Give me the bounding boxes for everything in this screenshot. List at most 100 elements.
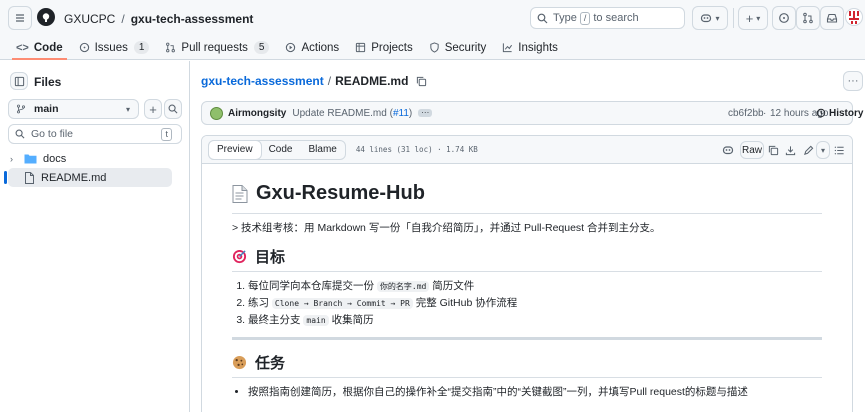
expand-commit-button[interactable]: ··· — [418, 109, 433, 117]
goal-heading: 目标 — [232, 242, 822, 272]
copy-path-icon[interactable] — [416, 76, 427, 87]
inbox-icon — [826, 13, 838, 23]
copilot-button[interactable]: ▾ — [692, 6, 728, 30]
pull-requests-count-badge: 5 — [253, 41, 270, 54]
list-item: 练习 Clone → Branch → Commit → PR 完整 GitHu… — [248, 295, 822, 312]
go-to-file-placeholder: Go to file — [31, 128, 74, 140]
add-file-button[interactable]: + — [144, 99, 162, 119]
copy-icon — [768, 145, 779, 155]
chevron-right-icon: › — [10, 153, 13, 164]
repo-link[interactable]: gxu-tech-assessment — [131, 12, 254, 26]
tab-actions[interactable]: Actions — [277, 36, 347, 59]
commit-dot: · — [763, 107, 767, 119]
tab-blame[interactable]: Blame — [300, 141, 344, 159]
header-divider — [733, 8, 734, 28]
go-to-file-input[interactable]: Go to file t — [8, 124, 182, 144]
goal-1-code: 你的名字.md — [376, 281, 430, 292]
raw-button[interactable]: Raw — [740, 141, 764, 159]
file-breadcrumb: gxu-tech-assessment / README.md — [201, 74, 427, 88]
file-icon — [25, 171, 34, 184]
branch-caret-icon: ▾ — [125, 104, 130, 114]
search-icon — [537, 13, 548, 23]
author-avatar[interactable] — [210, 106, 223, 120]
copilot-caret-icon: ▾ — [715, 13, 720, 23]
breadcrumb-repo-link[interactable]: gxu-tech-assessment — [201, 74, 324, 88]
collapse-sidebar-button[interactable] — [10, 72, 28, 90]
kebab-icon: ··· — [847, 75, 859, 87]
search-files-button[interactable] — [164, 99, 182, 119]
actions-icon — [286, 42, 296, 53]
commit-author[interactable]: Airmongsity — [228, 108, 286, 119]
search-input[interactable]: Type / to search — [530, 7, 685, 29]
tree-item-readme[interactable]: README.md — [4, 168, 172, 187]
task-list: 按照指南创建简历，根据你自己的操作补全“提交指南”中的“关键截图”一列，并填写P… — [232, 384, 822, 401]
goal-1-post: 简历文件 — [432, 280, 475, 292]
branch-selector[interactable]: main ▾ — [8, 99, 139, 119]
search-placeholder-post: to search — [593, 12, 639, 24]
list-item: 按照指南创建简历，根据你自己的操作补全“提交指南”中的“关键截图”一列，并填写P… — [248, 384, 822, 401]
list-item: 最终主分支 main 收集简历 — [248, 312, 822, 329]
tab-issues[interactable]: Issues 1 — [71, 36, 158, 59]
tab-insights-label: Insights — [518, 41, 558, 54]
outline-button[interactable] — [834, 142, 848, 158]
create-caret-icon: ▾ — [756, 13, 761, 23]
edit-caret-icon: ▾ — [820, 145, 825, 155]
commit-sha[interactable]: cb6f2bb — [728, 108, 764, 119]
tab-pull-requests-label: Pull requests — [181, 41, 248, 54]
issues-count-badge: 1 — [133, 41, 150, 54]
copilot-file-icon[interactable] — [720, 142, 736, 158]
edit-button[interactable] — [800, 142, 816, 158]
tab-preview[interactable]: Preview — [208, 139, 262, 160]
cookie-emoji-icon — [232, 355, 247, 370]
go-to-file-shortcut: t — [161, 127, 172, 141]
goal-3-pre: 最终主分支 — [248, 314, 301, 326]
tab-security-label: Security — [444, 41, 487, 54]
add-file-plus-icon: + — [149, 101, 157, 117]
copy-raw-button[interactable] — [768, 142, 782, 158]
download-button[interactable] — [785, 142, 799, 158]
menu-button[interactable] — [8, 6, 32, 30]
tab-issues-label: Issues — [94, 41, 128, 54]
tree-item-docs-label: docs — [43, 152, 67, 165]
tab-code[interactable]: <> Code — [8, 36, 71, 60]
org-link[interactable]: GXUCPC — [64, 12, 115, 26]
search-placeholder-pre: Type — [553, 12, 577, 24]
file-tree-sidebar: Files main ▾ + Go to file t › docs READM… — [0, 61, 190, 412]
avatar[interactable] — [845, 8, 863, 26]
issues-header-button[interactable] — [772, 6, 796, 30]
tab-code-label: Code — [33, 41, 63, 54]
create-new-button[interactable]: + ▾ — [738, 6, 768, 30]
inbox-button[interactable] — [820, 6, 844, 30]
commit-pr-link[interactable]: #11 — [393, 108, 409, 119]
tab-code-view[interactable]: Code — [261, 141, 301, 159]
shield-icon — [430, 42, 439, 53]
tab-insights[interactable]: Insights — [494, 36, 566, 59]
code-icon: <> — [16, 41, 29, 54]
readme-title-text: Gxu-Resume-Hub — [256, 182, 425, 204]
avatar-image-icon — [849, 11, 859, 24]
history-button[interactable]: History — [816, 108, 863, 119]
more-options-button[interactable]: ··· — [843, 71, 863, 91]
plus-icon: + — [745, 10, 754, 26]
sidebar-collapse-icon — [14, 76, 24, 86]
readme-quote: > 技术组考核：用 Markdown 写一份「自我介绍简历」，并通过 Pull-… — [232, 222, 661, 234]
graph-icon — [503, 43, 513, 53]
tab-projects[interactable]: Projects — [347, 36, 421, 59]
tab-pull-requests[interactable]: Pull requests 5 — [157, 36, 277, 59]
raw-label: Raw — [741, 144, 762, 156]
commit-message[interactable]: Update README.md ( — [292, 108, 393, 119]
goal-1-pre: 每位同学向本仓库提交一份 — [248, 280, 374, 292]
goal-heading-text: 目标 — [255, 249, 286, 266]
readme-body: Gxu-Resume-Hub > 技术组考核：用 Markdown 写一份「自我… — [202, 174, 852, 401]
issue-opened-icon — [779, 13, 789, 23]
edit-dropdown-button[interactable]: ▾ — [816, 141, 830, 159]
goal-list: 每位同学向本仓库提交一份 你的名字.md 简历文件 练习 Clone → Bra… — [232, 278, 822, 329]
git-branch-icon — [17, 104, 25, 114]
github-logo-icon[interactable] — [37, 8, 55, 26]
pull-requests-header-button[interactable] — [796, 6, 820, 30]
search-shortcut-key: / — [579, 11, 591, 25]
hamburger-icon — [16, 14, 24, 22]
latest-commit-bar: Airmongsity Update README.md ( #11 ) ···… — [201, 101, 863, 125]
tree-item-docs[interactable]: › docs — [8, 149, 172, 168]
tab-security[interactable]: Security — [421, 36, 495, 59]
